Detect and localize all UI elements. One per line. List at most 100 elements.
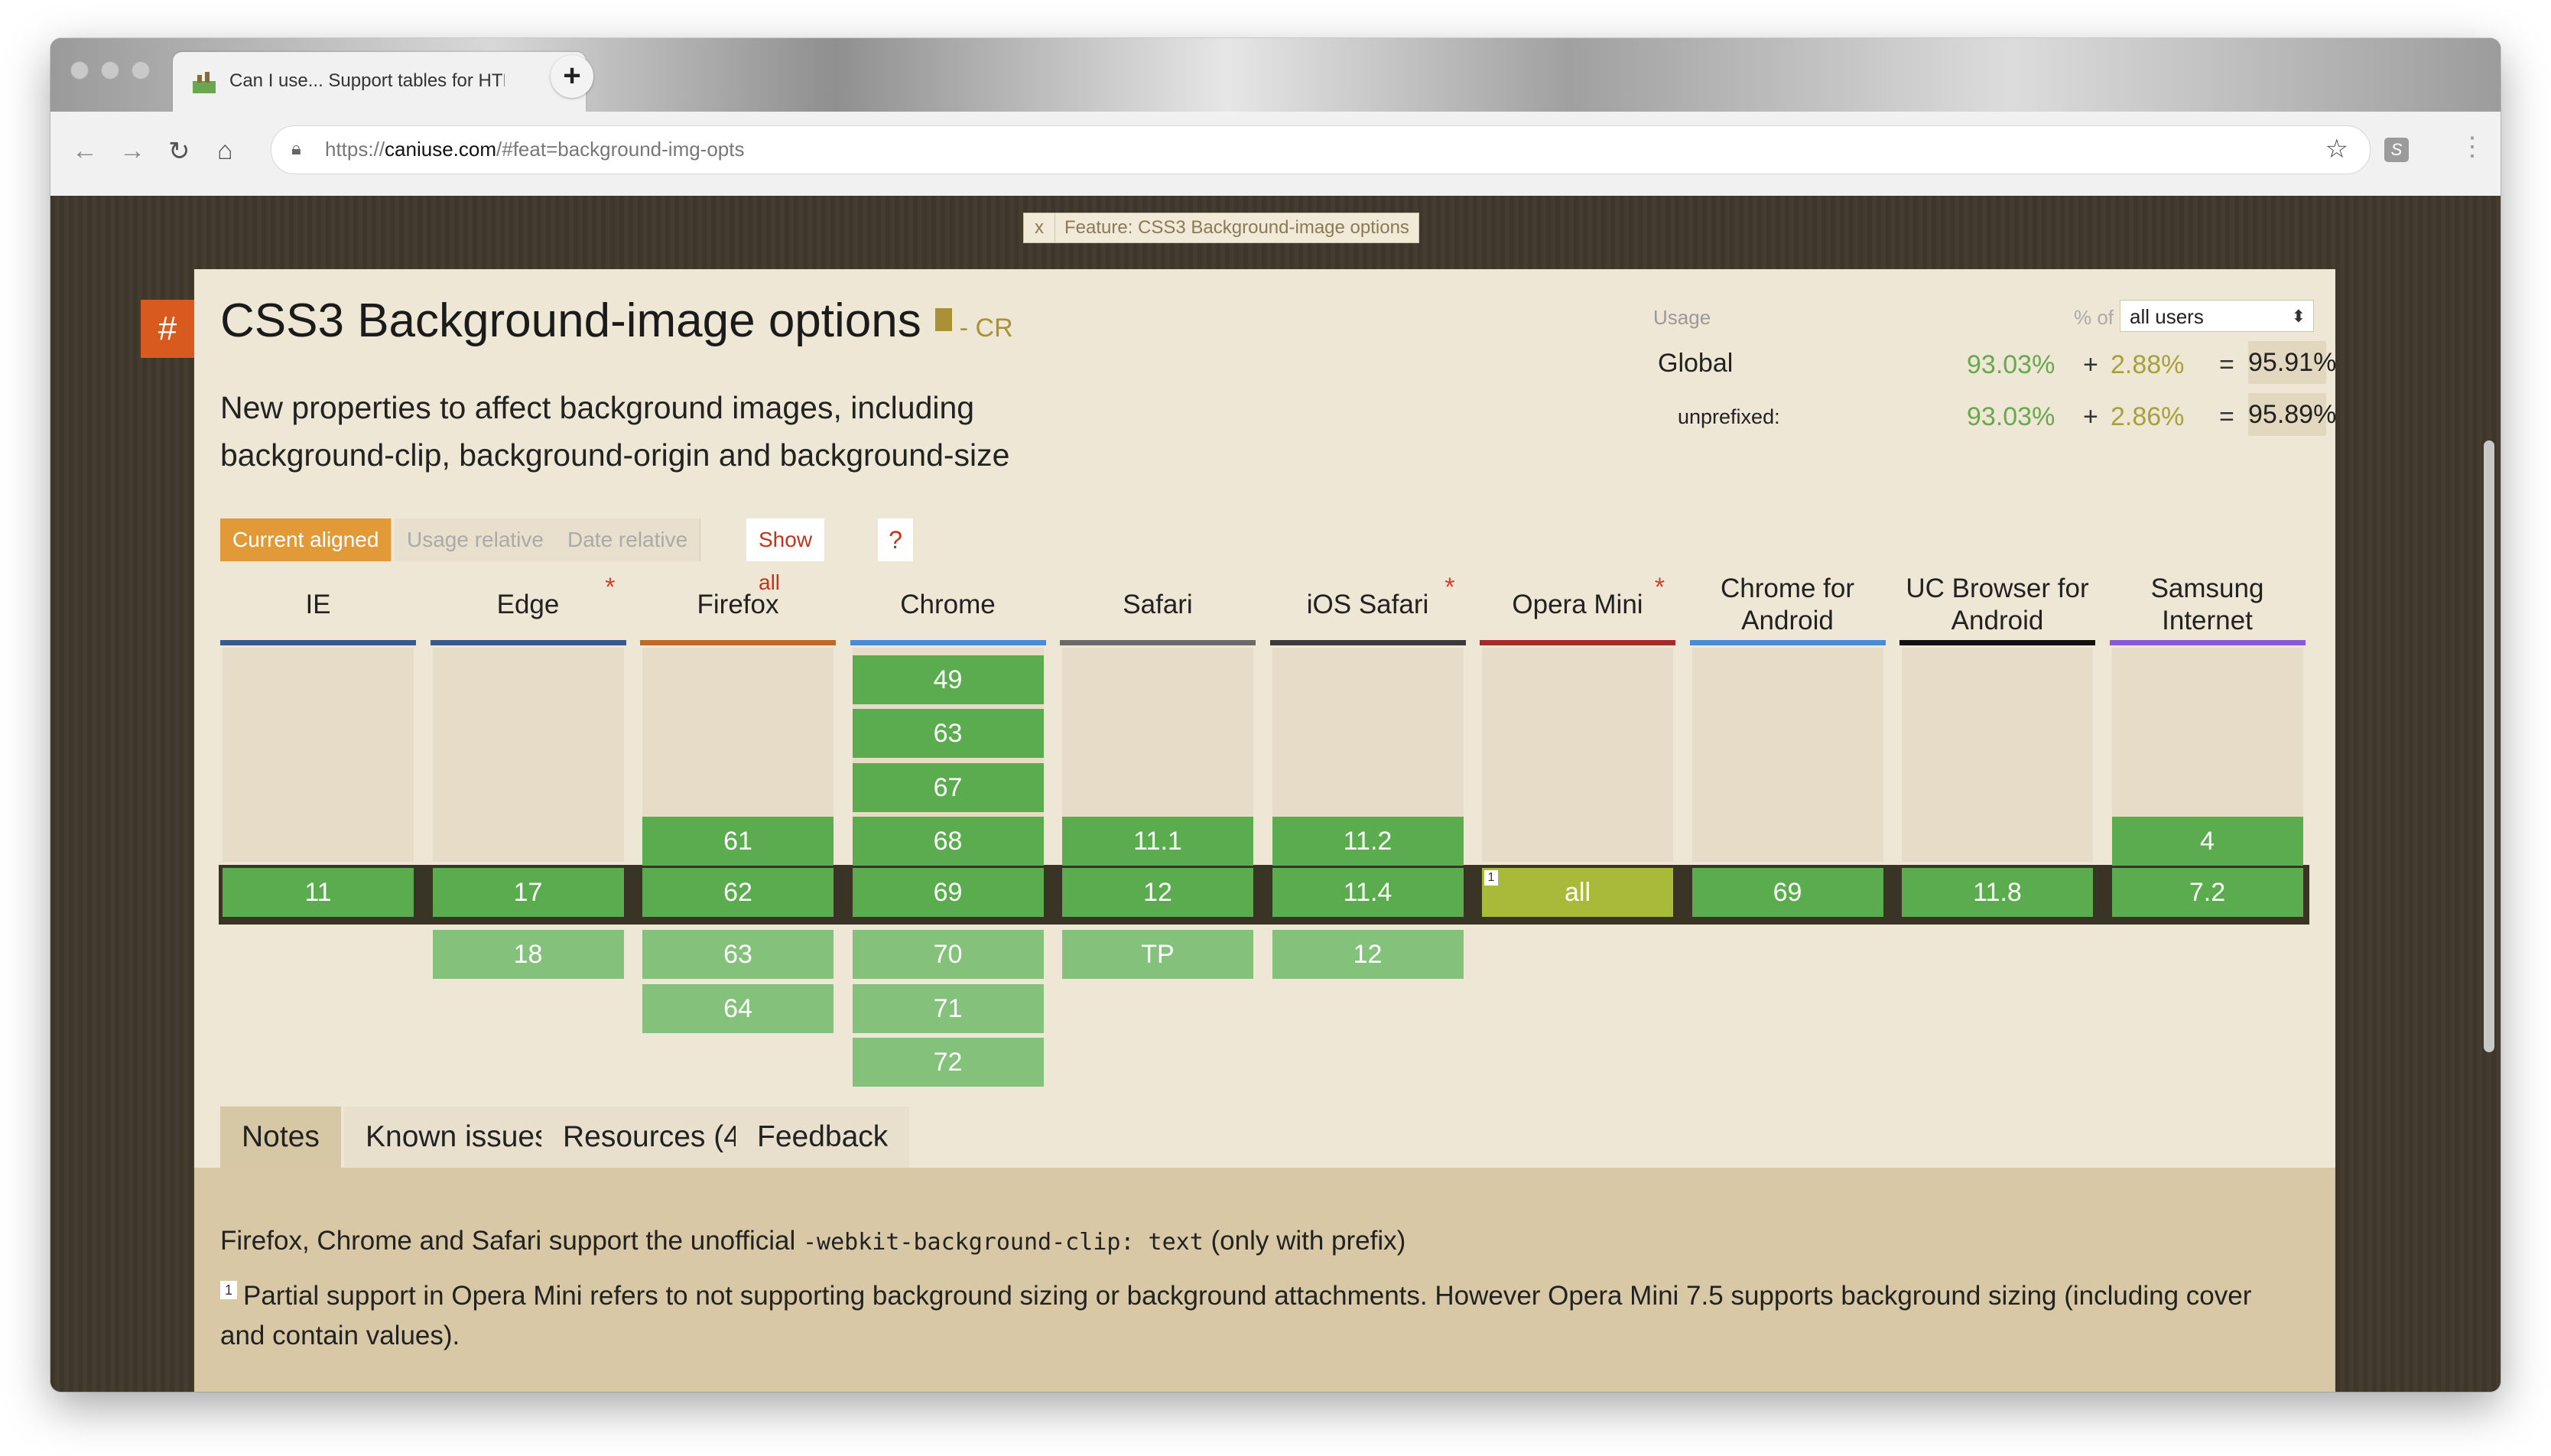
version-cell-past[interactable]: 68 — [852, 817, 1044, 866]
zoom-window-button[interactable] — [132, 61, 150, 80]
address-bar[interactable]: 🔒︎ https://caniuse.com/#feat=background-… — [271, 125, 2371, 174]
current-aligned-button[interactable]: Current aligned — [220, 518, 392, 561]
browser-note-asterisk[interactable]: * — [1655, 571, 1665, 603]
usage-box: Usage % of all users ⬍ Global 93.03% + 2.… — [1653, 300, 2336, 436]
browser-color-bar — [850, 640, 1046, 645]
browser-note-asterisk[interactable]: * — [1444, 571, 1454, 603]
version-cell-current[interactable]: all 1 — [1482, 868, 1673, 917]
version-cell-current[interactable]: 12 — [1062, 868, 1253, 917]
usage-label: Usage — [1653, 306, 1711, 329]
usage-equals: = — [2219, 402, 2234, 431]
usage-partial: 2.86% — [2111, 402, 2185, 431]
close-window-button[interactable] — [70, 61, 89, 80]
browser-name-text: Firefox — [697, 590, 779, 619]
version-cell-current[interactable]: 11.4 — [1272, 868, 1464, 917]
extension-icon[interactable]: S — [2384, 138, 2409, 162]
lock-icon: 🔒︎ — [291, 138, 301, 159]
browser-name[interactable]: Firefox — [640, 571, 836, 639]
reload-icon[interactable]: ↻ — [168, 136, 190, 167]
scrollbar[interactable] — [2484, 440, 2494, 1052]
usage-row-name: unprefixed: — [1678, 405, 1780, 428]
notification-close-button[interactable]: x — [1024, 213, 1055, 242]
browser-menu-icon[interactable]: ⋮ — [2459, 132, 2485, 162]
version-cell-past[interactable]: 11.1 — [1062, 817, 1253, 866]
browser-color-bar — [1480, 640, 1675, 645]
tab-notes[interactable]: Notes — [220, 1107, 341, 1168]
version-cell-current[interactable]: 62 — [642, 868, 834, 917]
users-select-value: all users — [2130, 305, 2204, 328]
feature-panel: # CSS3 Background-image options - CR New … — [141, 269, 2336, 1392]
browser-name-text: Chrome for Android — [1720, 574, 1855, 635]
date-relative-button[interactable]: Date relative — [555, 518, 701, 561]
version-cell-past[interactable]: 61 — [642, 817, 834, 866]
browser-name[interactable]: Chrome for Android — [1690, 571, 1886, 639]
browser-name[interactable]: Safari — [1060, 571, 1256, 639]
usage-equals: = — [2219, 350, 2234, 379]
browser-name[interactable]: Edge * — [431, 571, 626, 639]
tab-feedback[interactable]: Feedback — [736, 1107, 910, 1168]
home-icon[interactable]: ⌂ — [217, 136, 233, 166]
version-cell-future[interactable]: 63 — [642, 930, 834, 979]
usage-total: 95.91% — [2248, 341, 2336, 384]
help-button[interactable]: ? — [878, 518, 913, 561]
bookmark-star-icon[interactable]: ☆ — [2325, 134, 2348, 164]
browser-window: Can I use... Support tables for HTML5, C… — [50, 38, 2501, 1392]
version-cell-current[interactable]: 69 — [852, 868, 1044, 917]
browser-color-bar — [220, 640, 416, 645]
usage-supported: 93.03% — [1967, 350, 2055, 379]
past-versions-area — [432, 648, 624, 862]
version-cell-future[interactable]: 12 — [1272, 930, 1464, 979]
version-cell-current[interactable]: 7.2 — [2111, 868, 2303, 917]
browser-color-bar — [640, 640, 836, 645]
version-label: 12 — [1143, 878, 1172, 907]
browser-name-text: Opera Mini — [1512, 590, 1643, 619]
version-cell-current[interactable]: 69 — [1691, 868, 1883, 917]
browser-name[interactable]: Chrome — [850, 571, 1046, 639]
users-select[interactable]: all users ⬍ — [2120, 300, 2314, 332]
version-cell-future[interactable]: 64 — [642, 983, 834, 1033]
browser-note-asterisk[interactable]: * — [605, 571, 615, 603]
version-cell-future[interactable]: 70 — [852, 930, 1044, 979]
version-label: 17 — [513, 878, 543, 907]
feature-anchor-link[interactable]: # — [141, 300, 194, 358]
version-cell-past[interactable]: 67 — [852, 762, 1044, 812]
usage-partial: 2.88% — [2111, 350, 2185, 379]
footnote-marker: 1 — [1484, 870, 1498, 886]
url-host: caniuse.com — [385, 138, 497, 161]
browser-name[interactable]: Opera Mini * — [1480, 571, 1675, 639]
browser-name[interactable]: UC Browser for Android — [1899, 571, 2095, 639]
minimize-window-button[interactable] — [101, 61, 119, 80]
version-cell-future[interactable]: 72 — [852, 1038, 1044, 1087]
browser-name[interactable]: iOS Safari * — [1270, 571, 1466, 639]
url-prefix: https:// — [325, 138, 385, 161]
back-arrow-icon[interactable]: ← — [72, 136, 98, 166]
version-cell-past[interactable]: 49 — [852, 655, 1044, 704]
version-cell-current[interactable]: 11 — [223, 868, 414, 917]
version-label: 69 — [1773, 878, 1802, 907]
new-tab-button[interactable]: + — [551, 55, 593, 98]
browser-name-text: Samsung Internet — [2150, 574, 2264, 635]
spec-status[interactable]: - CR — [960, 314, 1013, 343]
browser-tab[interactable]: Can I use... Support tables for HTML5, C… — [173, 52, 586, 112]
version-cell-future[interactable]: 71 — [852, 983, 1044, 1033]
show-all-button[interactable]: Show all — [746, 518, 825, 594]
description-line-2: background-clip, background-origin and b… — [220, 437, 1010, 473]
version-cell-current[interactable]: 11.8 — [1902, 868, 2093, 917]
page-content: x Feature: CSS3 Background-image options … — [50, 196, 2501, 1392]
usage-relative-button[interactable]: Usage relative — [395, 518, 557, 561]
version-cell-past[interactable]: 4 — [2111, 817, 2303, 866]
browser-name[interactable]: Samsung Internet — [2110, 571, 2306, 639]
past-versions-area — [1482, 648, 1673, 862]
url-path: /#feat=background-img-opts — [496, 138, 745, 161]
feature-title: CSS3 Background-image options — [220, 294, 921, 347]
browser-name[interactable]: IE — [220, 571, 416, 639]
version-cell-past[interactable]: 11.2 — [1272, 817, 1464, 866]
forward-arrow-icon[interactable]: → — [119, 136, 145, 166]
version-cell-current[interactable]: 17 — [432, 868, 624, 917]
version-label: 62 — [723, 878, 752, 907]
spec-document-icon[interactable] — [934, 307, 952, 331]
version-cell-future[interactable]: 18 — [432, 930, 624, 979]
tab-title: Can I use... Support tables for HTML5, C… — [229, 70, 505, 91]
version-cell-past[interactable]: 63 — [852, 709, 1044, 758]
version-cell-future[interactable]: TP — [1062, 930, 1253, 979]
